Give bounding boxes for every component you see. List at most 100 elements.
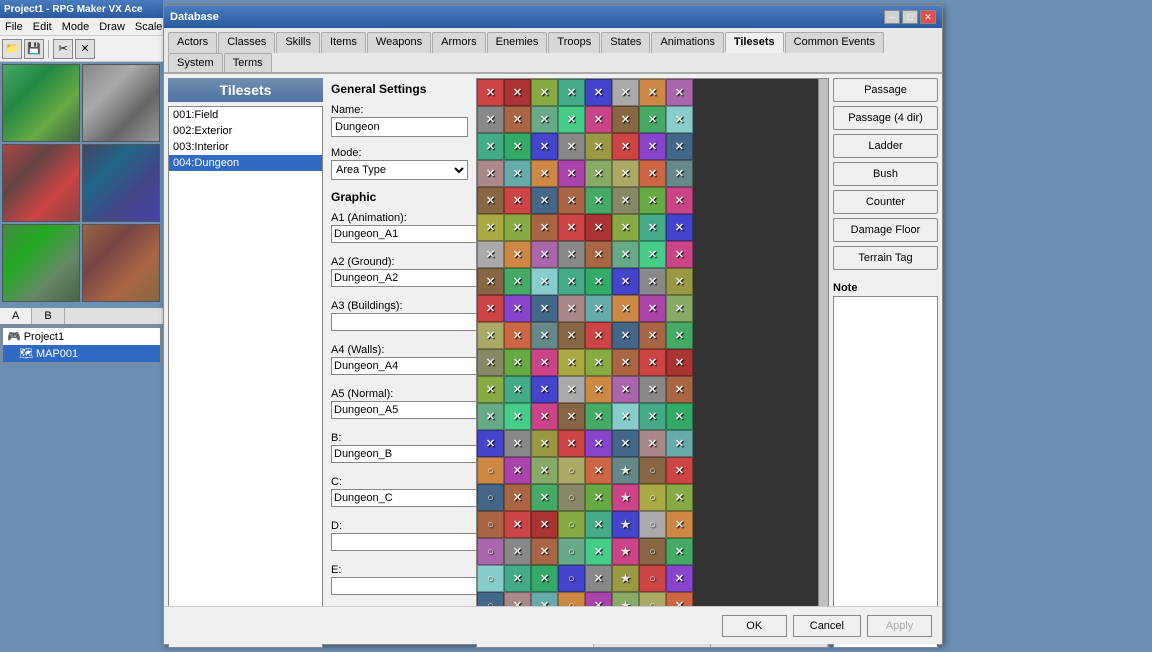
tile-cell[interactable]: ○: [639, 511, 666, 538]
damage-floor-button[interactable]: Damage Floor: [833, 218, 938, 242]
tile-cell[interactable]: ✕: [612, 349, 639, 376]
tile-cell[interactable]: ✕: [612, 133, 639, 160]
tile-cell[interactable]: ✕: [477, 295, 504, 322]
tile-cell[interactable]: ○: [477, 511, 504, 538]
tab-skills[interactable]: Skills: [276, 32, 320, 53]
tile-cell[interactable]: ✕: [639, 241, 666, 268]
tile-cell[interactable]: ✕: [504, 295, 531, 322]
tile-cell[interactable]: ✕: [558, 349, 585, 376]
tile-cell[interactable]: ★: [612, 565, 639, 592]
tab-common-events[interactable]: Common Events: [785, 32, 884, 53]
tile-cell[interactable]: ✕: [612, 403, 639, 430]
tile-cell[interactable]: ✕: [558, 295, 585, 322]
tile-cell[interactable]: ○: [639, 538, 666, 565]
tile-cell[interactable]: ✕: [531, 484, 558, 511]
tab-troops[interactable]: Troops: [548, 32, 600, 53]
tile-cell[interactable]: ✕: [585, 160, 612, 187]
tile-cell[interactable]: ✕: [558, 79, 585, 106]
tile-cell[interactable]: ✕: [612, 430, 639, 457]
tile-cell[interactable]: ✕: [639, 376, 666, 403]
tile-cell[interactable]: ✕: [531, 403, 558, 430]
list-item-empty-6[interactable]: [169, 251, 322, 267]
tile-cell[interactable]: ✕: [504, 376, 531, 403]
tile-cell[interactable]: ✕: [558, 430, 585, 457]
tile-cell[interactable]: ✕: [585, 565, 612, 592]
passage-button[interactable]: Passage: [833, 78, 938, 102]
tilesets-list[interactable]: 001:Field 002:Exterior 003:Interior 004:…: [168, 106, 323, 622]
tile-cell[interactable]: ○: [477, 565, 504, 592]
tile-cell[interactable]: ✕: [477, 430, 504, 457]
tile-cell[interactable]: ✕: [504, 565, 531, 592]
tile-cell[interactable]: ✕: [558, 214, 585, 241]
tile-cell[interactable]: ✕: [531, 79, 558, 106]
tile-cell[interactable]: ✕: [666, 214, 693, 241]
a4-input[interactable]: [331, 357, 479, 375]
tile-scroll[interactable]: ✕✕✕✕✕✕✕✕✕✕✕✕✕✕✕✕✕✕✕✕✕✕✕✕✕✕✕✕✕✕✕✕✕✕✕✕✕✕✕✕…: [477, 79, 818, 628]
tile-cell[interactable]: ✕: [585, 511, 612, 538]
tile-cell[interactable]: ✕: [531, 295, 558, 322]
tile-cell[interactable]: ✕: [477, 268, 504, 295]
tab-armors[interactable]: Armors: [432, 32, 485, 53]
project-tree-map[interactable]: 🗺 MAP001: [3, 345, 160, 362]
tile-cell[interactable]: ✕: [531, 430, 558, 457]
list-item-002[interactable]: 002:Exterior: [169, 123, 322, 139]
tile-cell[interactable]: ○: [639, 484, 666, 511]
tab-states[interactable]: States: [601, 32, 650, 53]
tile-cell[interactable]: ✕: [612, 376, 639, 403]
tile-cell[interactable]: ✕: [531, 106, 558, 133]
tile-cell[interactable]: ✕: [531, 511, 558, 538]
menu-mode[interactable]: Mode: [57, 21, 95, 33]
list-item-empty-5[interactable]: [169, 235, 322, 251]
tile-cell[interactable]: ✕: [666, 133, 693, 160]
tile-cell[interactable]: ✕: [531, 160, 558, 187]
tile-cell[interactable]: ✕: [612, 187, 639, 214]
tab-classes[interactable]: Classes: [218, 32, 275, 53]
b-input[interactable]: [331, 445, 479, 463]
cancel-button[interactable]: Cancel: [793, 615, 861, 637]
tile-cell[interactable]: ✕: [558, 187, 585, 214]
a3-input[interactable]: [331, 313, 479, 331]
tile-cell[interactable]: ✕: [531, 241, 558, 268]
tile-cell[interactable]: ✕: [639, 160, 666, 187]
tile-cell[interactable]: ✕: [666, 565, 693, 592]
thumb-4[interactable]: [82, 144, 160, 222]
tab-tilesets[interactable]: Tilesets: [725, 32, 784, 53]
menu-draw[interactable]: Draw: [94, 21, 130, 33]
list-item-empty-4[interactable]: [169, 219, 322, 235]
tab-items[interactable]: Items: [321, 32, 366, 53]
terrain-tag-button[interactable]: Terrain Tag: [833, 246, 938, 270]
tile-cell[interactable]: ✕: [585, 349, 612, 376]
tile-cell[interactable]: ✕: [666, 322, 693, 349]
tile-cell[interactable]: ✕: [585, 79, 612, 106]
tile-cell[interactable]: ✕: [531, 268, 558, 295]
tile-cell[interactable]: ✕: [477, 241, 504, 268]
tile-cell[interactable]: ✕: [612, 295, 639, 322]
tile-cell[interactable]: ✕: [639, 322, 666, 349]
tile-cell[interactable]: ✕: [666, 511, 693, 538]
tile-cell[interactable]: ✕: [504, 349, 531, 376]
tile-cell[interactable]: ✕: [504, 133, 531, 160]
tile-cell[interactable]: ✕: [504, 511, 531, 538]
tile-cell[interactable]: ✕: [477, 160, 504, 187]
toolbar-btn3[interactable]: ✂: [53, 39, 73, 59]
list-item-003[interactable]: 003:Interior: [169, 139, 322, 155]
tile-cell[interactable]: ✕: [504, 214, 531, 241]
tile-cell[interactable]: ✕: [612, 322, 639, 349]
tile-cell[interactable]: ✕: [666, 295, 693, 322]
thumb-2[interactable]: [82, 64, 160, 142]
tile-cell[interactable]: ✕: [504, 322, 531, 349]
tile-cell[interactable]: ✕: [585, 268, 612, 295]
tile-cell[interactable]: ★: [612, 484, 639, 511]
tile-cell[interactable]: ✕: [531, 349, 558, 376]
thumb-1[interactable]: [2, 64, 80, 142]
list-item-empty-1[interactable]: [169, 171, 322, 187]
tab-actors[interactable]: Actors: [168, 32, 217, 53]
list-item-empty-11[interactable]: [169, 331, 322, 347]
thumb-5[interactable]: [2, 224, 80, 302]
tile-cell[interactable]: ✕: [585, 457, 612, 484]
tile-cell[interactable]: ✕: [504, 484, 531, 511]
tile-cell[interactable]: ✕: [531, 187, 558, 214]
list-item-empty-3[interactable]: [169, 203, 322, 219]
list-item-empty-10[interactable]: [169, 315, 322, 331]
toolbar-close[interactable]: ✕: [75, 39, 95, 59]
